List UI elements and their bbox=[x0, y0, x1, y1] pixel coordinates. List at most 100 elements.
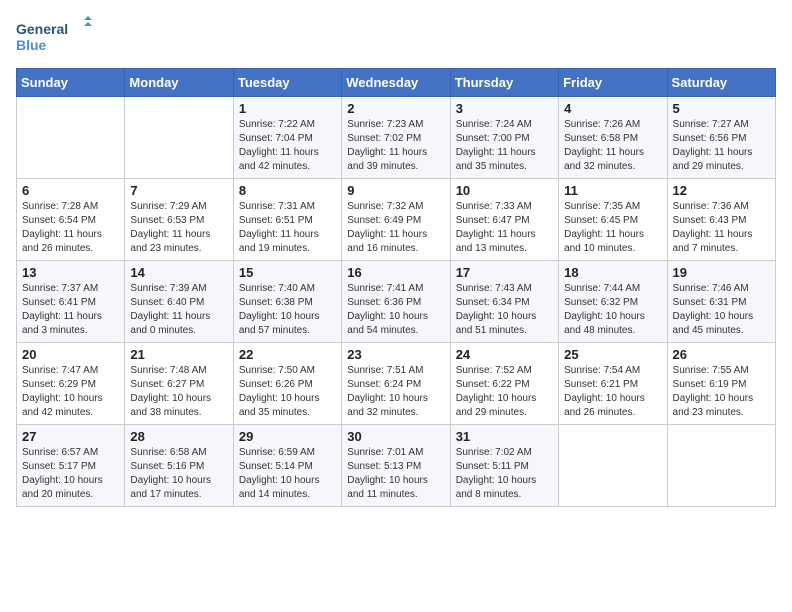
daylight: Daylight: 10 hours and 8 minutes. bbox=[456, 475, 537, 500]
sunrise: Sunrise: 7:40 AM bbox=[239, 283, 315, 294]
day-info: Sunrise: 7:35 AM Sunset: 6:45 PM Dayligh… bbox=[564, 200, 661, 256]
calendar-cell: 28 Sunrise: 6:58 AM Sunset: 5:16 PM Dayl… bbox=[125, 425, 233, 507]
logo-svg: General Blue bbox=[16, 16, 96, 56]
day-info: Sunrise: 7:44 AM Sunset: 6:32 PM Dayligh… bbox=[564, 282, 661, 338]
calendar-cell: 30 Sunrise: 7:01 AM Sunset: 5:13 PM Dayl… bbox=[342, 425, 450, 507]
calendar-cell bbox=[125, 97, 233, 179]
daylight: Daylight: 10 hours and 45 minutes. bbox=[673, 311, 754, 336]
day-number: 8 bbox=[239, 183, 336, 198]
sunrise: Sunrise: 7:32 AM bbox=[347, 201, 423, 212]
day-number: 12 bbox=[673, 183, 770, 198]
sunrise: Sunrise: 7:47 AM bbox=[22, 365, 98, 376]
day-number: 22 bbox=[239, 347, 336, 362]
weekday-header: Thursday bbox=[450, 69, 558, 97]
calendar-cell bbox=[667, 425, 775, 507]
sunrise: Sunrise: 7:23 AM bbox=[347, 119, 423, 130]
day-info: Sunrise: 6:57 AM Sunset: 5:17 PM Dayligh… bbox=[22, 446, 119, 502]
weekday-header: Monday bbox=[125, 69, 233, 97]
calendar-cell: 18 Sunrise: 7:44 AM Sunset: 6:32 PM Dayl… bbox=[559, 261, 667, 343]
calendar-cell: 6 Sunrise: 7:28 AM Sunset: 6:54 PM Dayli… bbox=[17, 179, 125, 261]
sunset: Sunset: 5:13 PM bbox=[347, 461, 421, 472]
sunset: Sunset: 6:40 PM bbox=[130, 297, 204, 308]
day-number: 21 bbox=[130, 347, 227, 362]
sunset: Sunset: 6:22 PM bbox=[456, 379, 530, 390]
daylight: Daylight: 11 hours and 26 minutes. bbox=[22, 229, 102, 254]
daylight: Daylight: 11 hours and 35 minutes. bbox=[456, 147, 536, 172]
day-info: Sunrise: 7:47 AM Sunset: 6:29 PM Dayligh… bbox=[22, 364, 119, 420]
weekday-header: Tuesday bbox=[233, 69, 341, 97]
daylight: Daylight: 10 hours and 51 minutes. bbox=[456, 311, 537, 336]
weekday-header: Friday bbox=[559, 69, 667, 97]
weekday-header: Wednesday bbox=[342, 69, 450, 97]
sunrise: Sunrise: 7:48 AM bbox=[130, 365, 206, 376]
calendar-cell: 5 Sunrise: 7:27 AM Sunset: 6:56 PM Dayli… bbox=[667, 97, 775, 179]
day-info: Sunrise: 7:54 AM Sunset: 6:21 PM Dayligh… bbox=[564, 364, 661, 420]
daylight: Daylight: 11 hours and 13 minutes. bbox=[456, 229, 536, 254]
sunrise: Sunrise: 7:44 AM bbox=[564, 283, 640, 294]
day-info: Sunrise: 7:40 AM Sunset: 6:38 PM Dayligh… bbox=[239, 282, 336, 338]
calendar-cell: 31 Sunrise: 7:02 AM Sunset: 5:11 PM Dayl… bbox=[450, 425, 558, 507]
day-number: 24 bbox=[456, 347, 553, 362]
sunset: Sunset: 6:56 PM bbox=[673, 133, 747, 144]
calendar-cell: 16 Sunrise: 7:41 AM Sunset: 6:36 PM Dayl… bbox=[342, 261, 450, 343]
calendar-cell: 2 Sunrise: 7:23 AM Sunset: 7:02 PM Dayli… bbox=[342, 97, 450, 179]
calendar-cell: 10 Sunrise: 7:33 AM Sunset: 6:47 PM Dayl… bbox=[450, 179, 558, 261]
day-number: 27 bbox=[22, 429, 119, 444]
day-info: Sunrise: 7:52 AM Sunset: 6:22 PM Dayligh… bbox=[456, 364, 553, 420]
calendar-table: SundayMondayTuesdayWednesdayThursdayFrid… bbox=[16, 68, 776, 507]
svg-text:General: General bbox=[16, 21, 68, 37]
day-number: 25 bbox=[564, 347, 661, 362]
daylight: Daylight: 11 hours and 32 minutes. bbox=[564, 147, 644, 172]
daylight: Daylight: 10 hours and 32 minutes. bbox=[347, 393, 428, 418]
day-info: Sunrise: 7:24 AM Sunset: 7:00 PM Dayligh… bbox=[456, 118, 553, 174]
daylight: Daylight: 10 hours and 38 minutes. bbox=[130, 393, 211, 418]
day-number: 11 bbox=[564, 183, 661, 198]
sunset: Sunset: 6:54 PM bbox=[22, 215, 96, 226]
day-number: 20 bbox=[22, 347, 119, 362]
day-number: 29 bbox=[239, 429, 336, 444]
day-info: Sunrise: 7:23 AM Sunset: 7:02 PM Dayligh… bbox=[347, 118, 444, 174]
daylight: Daylight: 10 hours and 26 minutes. bbox=[564, 393, 645, 418]
day-info: Sunrise: 7:39 AM Sunset: 6:40 PM Dayligh… bbox=[130, 282, 227, 338]
day-info: Sunrise: 6:58 AM Sunset: 5:16 PM Dayligh… bbox=[130, 446, 227, 502]
sunset: Sunset: 6:45 PM bbox=[564, 215, 638, 226]
calendar-week-row: 27 Sunrise: 6:57 AM Sunset: 5:17 PM Dayl… bbox=[17, 425, 776, 507]
sunset: Sunset: 6:43 PM bbox=[673, 215, 747, 226]
sunset: Sunset: 5:14 PM bbox=[239, 461, 313, 472]
day-info: Sunrise: 7:26 AM Sunset: 6:58 PM Dayligh… bbox=[564, 118, 661, 174]
calendar-cell: 13 Sunrise: 7:37 AM Sunset: 6:41 PM Dayl… bbox=[17, 261, 125, 343]
sunset: Sunset: 6:29 PM bbox=[22, 379, 96, 390]
sunrise: Sunrise: 7:36 AM bbox=[673, 201, 749, 212]
calendar-cell bbox=[17, 97, 125, 179]
calendar-cell: 29 Sunrise: 6:59 AM Sunset: 5:14 PM Dayl… bbox=[233, 425, 341, 507]
daylight: Daylight: 11 hours and 10 minutes. bbox=[564, 229, 644, 254]
daylight: Daylight: 10 hours and 11 minutes. bbox=[347, 475, 428, 500]
sunset: Sunset: 6:38 PM bbox=[239, 297, 313, 308]
daylight: Daylight: 11 hours and 29 minutes. bbox=[673, 147, 753, 172]
calendar-cell: 15 Sunrise: 7:40 AM Sunset: 6:38 PM Dayl… bbox=[233, 261, 341, 343]
day-number: 23 bbox=[347, 347, 444, 362]
day-number: 14 bbox=[130, 265, 227, 280]
calendar-cell: 4 Sunrise: 7:26 AM Sunset: 6:58 PM Dayli… bbox=[559, 97, 667, 179]
day-number: 18 bbox=[564, 265, 661, 280]
sunset: Sunset: 6:53 PM bbox=[130, 215, 204, 226]
sunset: Sunset: 6:51 PM bbox=[239, 215, 313, 226]
sunset: Sunset: 6:49 PM bbox=[347, 215, 421, 226]
day-number: 30 bbox=[347, 429, 444, 444]
logo: General Blue bbox=[16, 16, 96, 56]
sunset: Sunset: 6:19 PM bbox=[673, 379, 747, 390]
sunset: Sunset: 5:17 PM bbox=[22, 461, 96, 472]
sunset: Sunset: 7:04 PM bbox=[239, 133, 313, 144]
daylight: Daylight: 11 hours and 42 minutes. bbox=[239, 147, 319, 172]
sunset: Sunset: 6:27 PM bbox=[130, 379, 204, 390]
calendar-cell: 19 Sunrise: 7:46 AM Sunset: 6:31 PM Dayl… bbox=[667, 261, 775, 343]
calendar-week-row: 6 Sunrise: 7:28 AM Sunset: 6:54 PM Dayli… bbox=[17, 179, 776, 261]
day-info: Sunrise: 7:50 AM Sunset: 6:26 PM Dayligh… bbox=[239, 364, 336, 420]
calendar-cell: 23 Sunrise: 7:51 AM Sunset: 6:24 PM Dayl… bbox=[342, 343, 450, 425]
page-header: General Blue bbox=[16, 16, 776, 56]
sunset: Sunset: 6:24 PM bbox=[347, 379, 421, 390]
day-info: Sunrise: 7:37 AM Sunset: 6:41 PM Dayligh… bbox=[22, 282, 119, 338]
day-info: Sunrise: 6:59 AM Sunset: 5:14 PM Dayligh… bbox=[239, 446, 336, 502]
calendar-week-row: 20 Sunrise: 7:47 AM Sunset: 6:29 PM Dayl… bbox=[17, 343, 776, 425]
day-info: Sunrise: 7:28 AM Sunset: 6:54 PM Dayligh… bbox=[22, 200, 119, 256]
